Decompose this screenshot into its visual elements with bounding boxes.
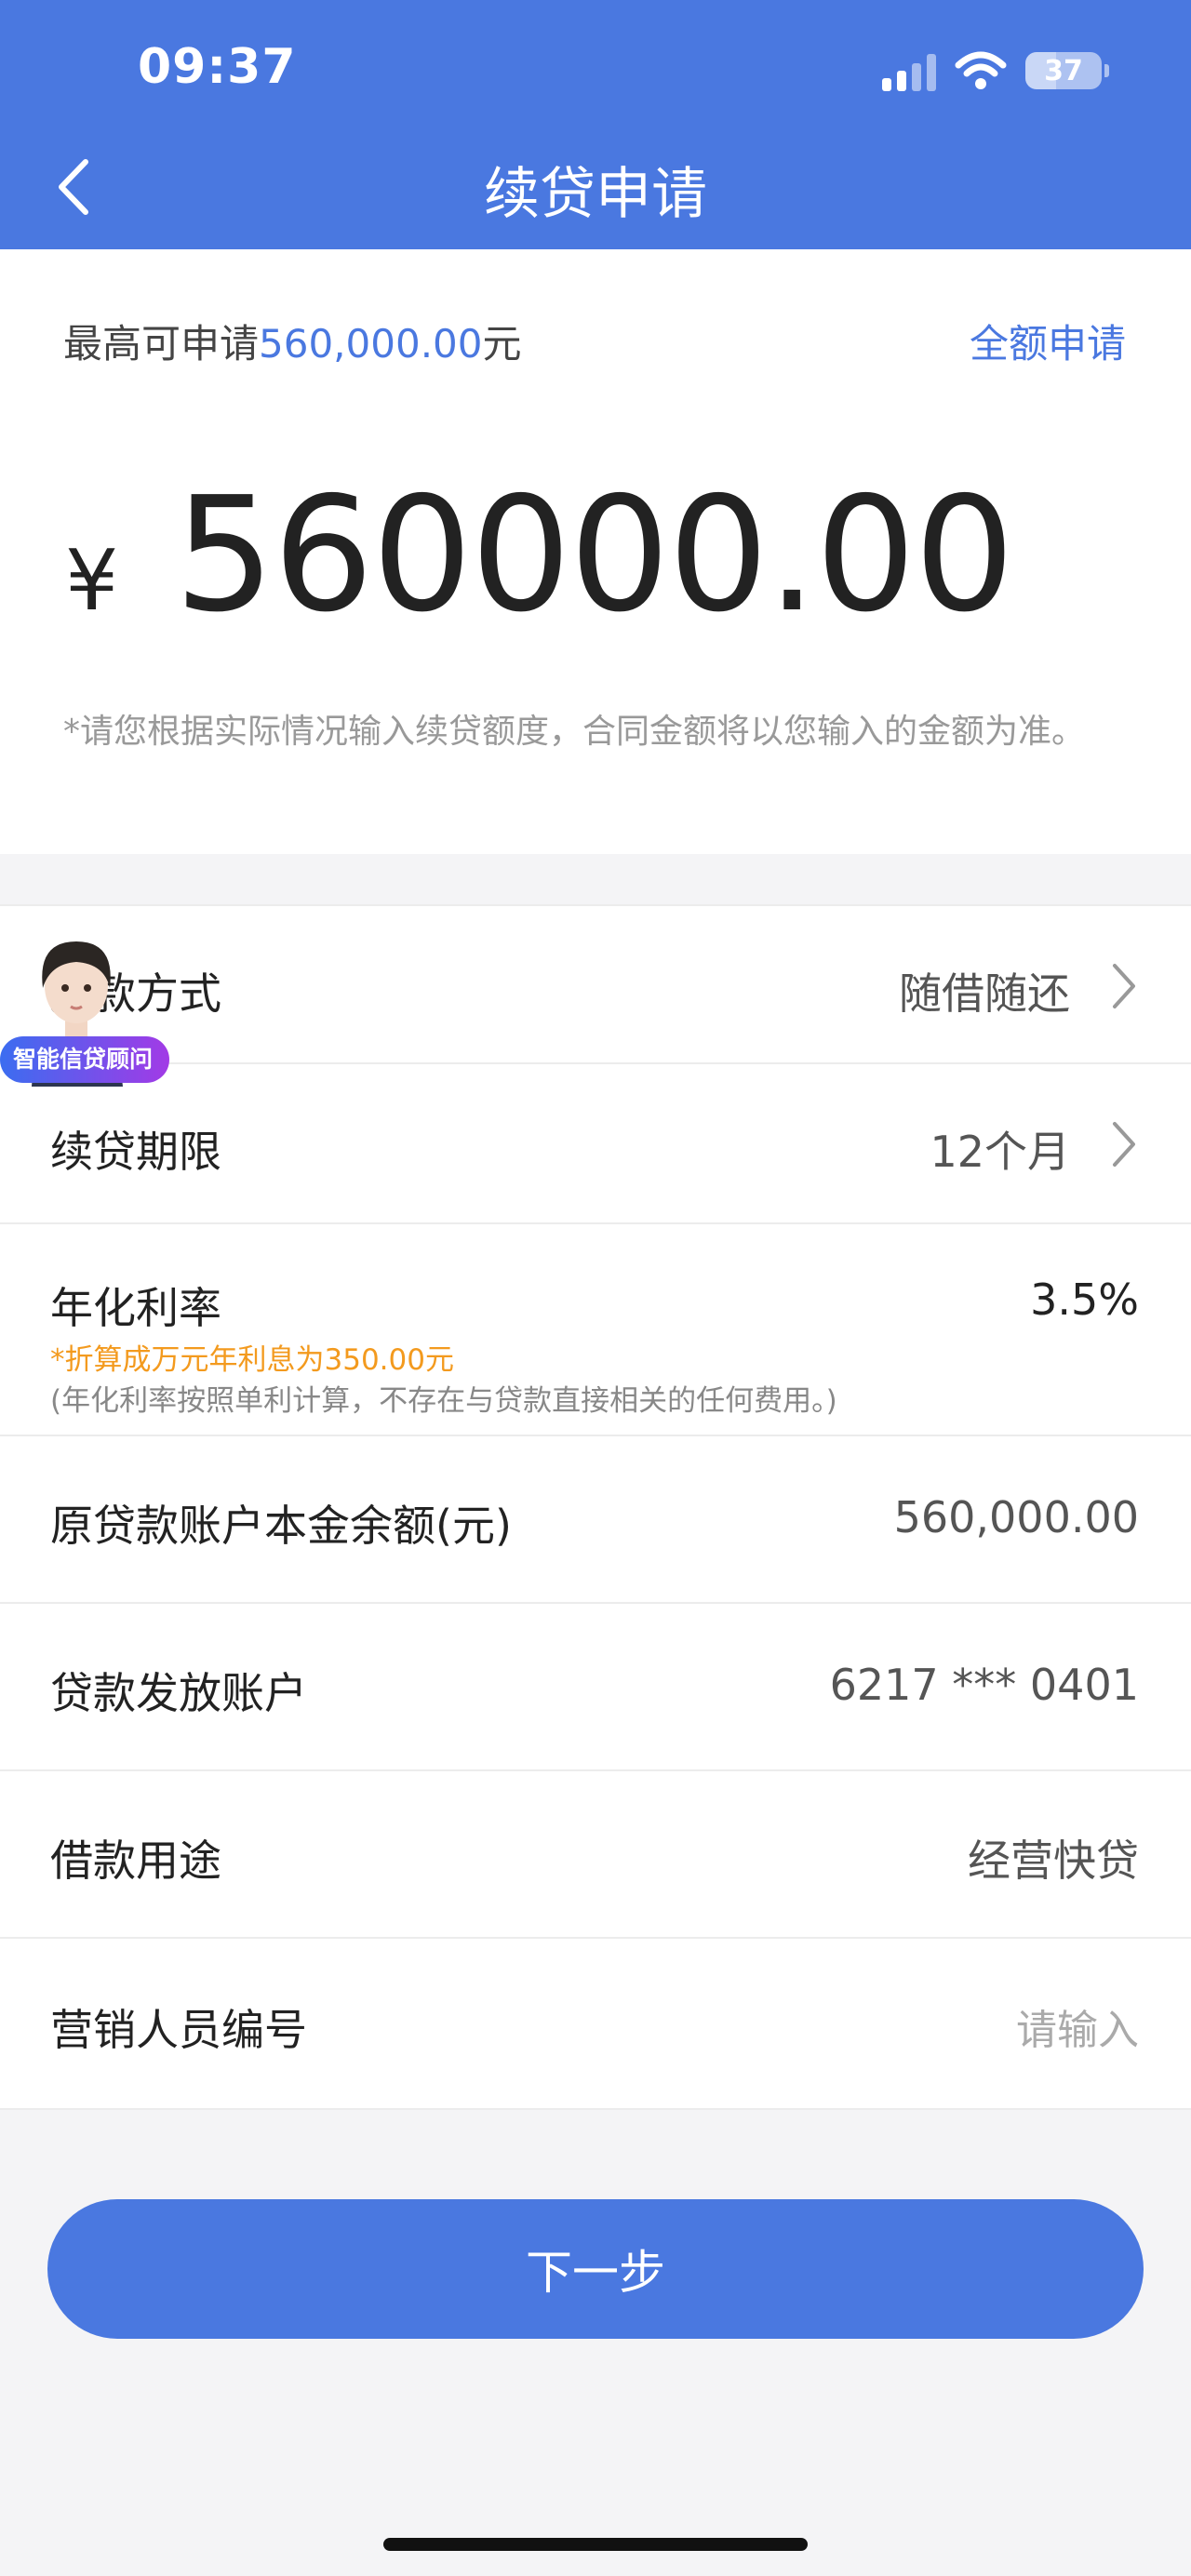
- principal-balance-row: 原贷款账户本金余额(元) 560,000.00: [0, 1436, 1191, 1604]
- loan-purpose-row: 借款用途 经营快贷: [0, 1771, 1191, 1939]
- annual-rate-interest-note: *折算成万元年利息为350.00元: [50, 1343, 454, 1377]
- annual-rate-label: 年化利率: [50, 1283, 221, 1333]
- principal-balance-value: 560,000.00: [893, 1492, 1139, 1542]
- marketer-id-label: 营销人员编号: [50, 2005, 307, 2055]
- page-title: 续贷申请: [484, 162, 707, 227]
- annual-rate-row: 年化利率 3.5% *折算成万元年利息为350.00元 (年化利率按照单利计算，…: [0, 1224, 1191, 1436]
- amount-hint: *请您根据实际情况输入续贷额度，合同金额将以您输入的金额为准。: [63, 713, 1086, 751]
- repayment-method-row[interactable]: 还款方式 随借随还: [0, 906, 1191, 1064]
- disbursement-account-label: 贷款发放账户: [50, 1668, 307, 1718]
- wifi-icon: [955, 51, 1007, 89]
- marketer-id-input[interactable]: 请输入: [1016, 1996, 1139, 2056]
- status-icons: 37: [882, 45, 1109, 97]
- home-indicator: [383, 2538, 808, 2551]
- marketer-id-row[interactable]: 营销人员编号 请输入: [0, 1939, 1191, 2110]
- max-amount-prefix: 最高可申请: [63, 321, 260, 367]
- max-amount-value: 560,000.00: [259, 321, 483, 367]
- loan-purpose-label: 借款用途: [50, 1835, 221, 1886]
- loan-term-row[interactable]: 续贷期限 12个月: [0, 1064, 1191, 1224]
- loan-details-list: 还款方式 随借随还 续贷期限 12个月 年化利率 3.5% *折算成万元年利息为…: [0, 904, 1191, 2110]
- amount-card: 最高可申请560,000.00元 全额申请 ¥ 560000.00 *请您根据实…: [0, 249, 1191, 854]
- battery-level: 37: [1044, 54, 1083, 87]
- principal-balance-label: 原贷款账户本金余额(元): [50, 1501, 512, 1551]
- header: 09:37 37 续贷申请: [0, 0, 1191, 249]
- full-apply-link[interactable]: 全额申请: [970, 313, 1126, 369]
- repayment-method-value: 随借随还: [899, 968, 1070, 1019]
- currency-symbol: ¥: [65, 532, 119, 630]
- loan-term-label: 续贷期限: [50, 1127, 221, 1177]
- amount-input[interactable]: ¥ 560000.00: [65, 463, 1015, 647]
- annual-rate-disclaimer: (年化利率按照单利计算，不存在与贷款直接相关的任何费用。): [50, 1384, 837, 1418]
- disbursement-account-value: 6217 *** 0401: [829, 1660, 1139, 1710]
- chevron-right-icon: [1113, 1122, 1135, 1167]
- loan-purpose-value: 经营快贷: [968, 1835, 1139, 1886]
- amount-value[interactable]: 560000.00: [174, 463, 1014, 647]
- max-amount-suffix: 元: [482, 321, 522, 367]
- next-step-button[interactable]: 下一步: [47, 2199, 1144, 2339]
- loan-term-value: 12个月: [930, 1127, 1070, 1177]
- status-time: 09:37: [138, 39, 297, 95]
- cellular-signal-icon: [882, 50, 936, 91]
- chevron-right-icon: [1113, 964, 1135, 1008]
- disbursement-account-row: 贷款发放账户 6217 *** 0401: [0, 1604, 1191, 1771]
- advisor-badge[interactable]: 智能信贷顾问: [0, 1036, 170, 1083]
- max-amount-line: 最高可申请560,000.00元: [63, 313, 522, 369]
- annual-rate-value: 3.5%: [1030, 1275, 1139, 1325]
- battery-icon: 37: [1025, 52, 1109, 89]
